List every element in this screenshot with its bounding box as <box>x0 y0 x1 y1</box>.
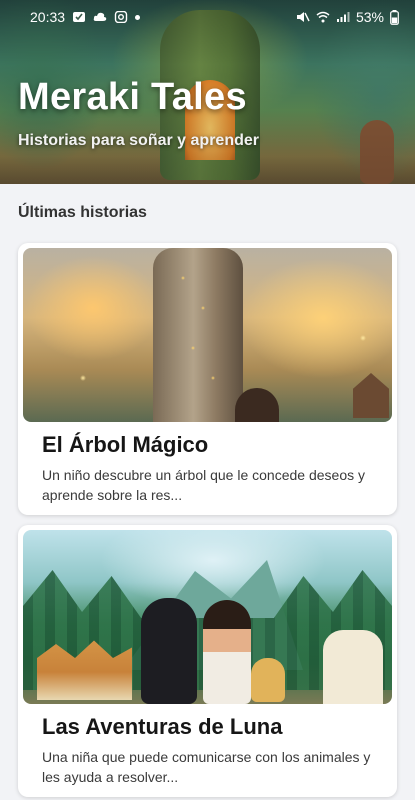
story-description: Un niño descubre un árbol que le concede… <box>42 467 365 503</box>
more-notifications-dot <box>135 14 141 20</box>
story-title: El Árbol Mágico <box>42 432 209 457</box>
battery-icon <box>390 9 399 25</box>
battery-percentage: 53% <box>355 9 384 25</box>
status-time: 20:33 <box>30 9 66 25</box>
section-title: Últimas historias <box>18 204 147 221</box>
story-cover-image <box>23 530 392 704</box>
story-card[interactable]: Las Aventuras de Luna Una niña que puede… <box>18 525 397 797</box>
story-description: Una niña que puede comunicarse con los a… <box>42 749 371 785</box>
story-card[interactable]: El Árbol Mágico Un niño descubre un árbo… <box>18 243 397 515</box>
instagram-icon <box>114 11 128 23</box>
story-title: Las Aventuras de Luna <box>42 714 283 739</box>
check-notification-icon <box>73 12 86 22</box>
app-subtitle: Historias para soñar y aprender <box>18 132 259 149</box>
story-cover-image <box>23 248 392 422</box>
status-bar: 20:33 53% <box>0 0 415 34</box>
cloud-icon <box>93 12 107 21</box>
app-title: Meraki Tales <box>18 76 247 118</box>
signal-icon <box>336 12 350 22</box>
mute-icon <box>296 12 310 22</box>
wifi-icon <box>316 11 330 23</box>
